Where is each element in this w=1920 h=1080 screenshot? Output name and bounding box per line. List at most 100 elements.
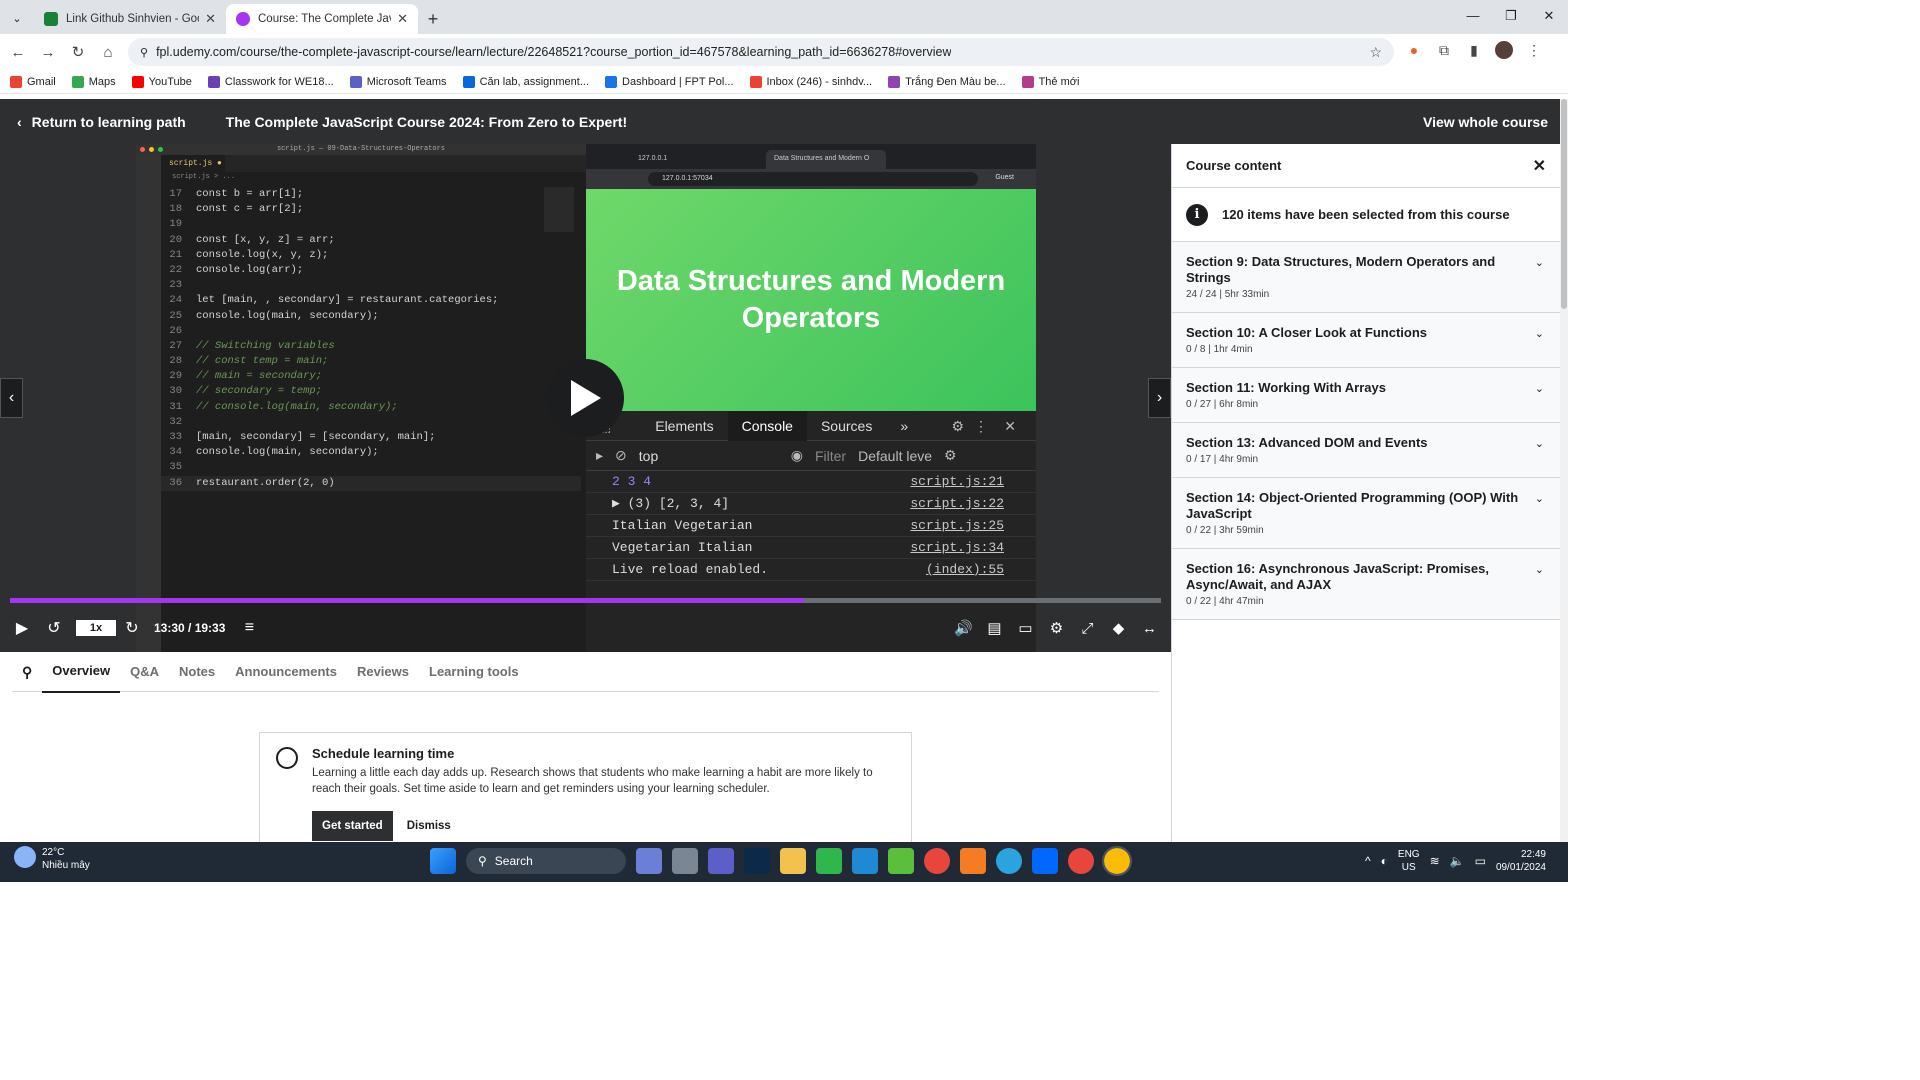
bookmark-item[interactable]: Trắng Đen Màu be...: [888, 75, 1006, 88]
side-panel-icon[interactable]: ▮: [1465, 42, 1483, 59]
fullscreen-icon[interactable]: ⤢: [1072, 620, 1103, 637]
captions-icon[interactable]: ▭: [1010, 619, 1041, 637]
video-player[interactable]: script.js — 09-Data-Structures-Operators…: [0, 144, 1171, 652]
bookmark-item[interactable]: Căn lab, assignment...: [462, 75, 589, 88]
close-tab-icon[interactable]: ✕: [205, 11, 216, 27]
chevron-down-icon: ⌄: [1534, 438, 1544, 450]
add-note-icon[interactable]: ≡: [233, 619, 265, 637]
scrollbar-thumb[interactable]: [1561, 99, 1567, 309]
bookmark-item[interactable]: Thẻ mới: [1021, 75, 1079, 88]
drop-icon[interactable]: ◆: [1103, 619, 1134, 637]
tab-overview[interactable]: Overview: [42, 651, 121, 693]
tray-app-icon[interactable]: ◐: [1381, 854, 1388, 868]
line-code: console.log(arr);: [196, 263, 304, 276]
expand-width-icon[interactable]: ↔: [1134, 620, 1165, 637]
speaker-icon[interactable]: 🔈: [1450, 854, 1465, 868]
bookmark-item[interactable]: Microsoft Teams: [349, 75, 447, 88]
section-title: Section 13: Advanced DOM and Events: [1186, 435, 1428, 450]
tab-qa[interactable]: Q&A: [120, 652, 169, 692]
extension-icon[interactable]: ●: [1405, 42, 1423, 58]
course-section[interactable]: Section 13: Advanced DOM and Events 0 / 1…: [1172, 423, 1560, 478]
console-source-link: script.js:34: [910, 540, 1004, 555]
play-control-icon[interactable]: ▶: [6, 618, 38, 638]
close-window-icon[interactable]: ✕: [1530, 0, 1568, 34]
tab-search-dropdown[interactable]: ⌄: [0, 4, 34, 34]
task-view-icon[interactable]: [672, 848, 698, 874]
course-section[interactable]: Section 14: Object-Oriented Programming …: [1172, 478, 1560, 549]
close-tab-icon[interactable]: ✕: [397, 11, 408, 27]
previous-lecture-arrow[interactable]: ‹: [0, 378, 23, 418]
search-icon[interactable]: ⚲: [12, 652, 42, 692]
tab-notes[interactable]: Notes: [169, 652, 225, 692]
vscode-icon[interactable]: [852, 848, 878, 874]
chrome-active-icon[interactable]: [1102, 846, 1132, 876]
course-section[interactable]: Section 10: A Closer Look at Functions 0 …: [1172, 313, 1560, 368]
course-section[interactable]: Section 16: Asynchronous JavaScript: Pro…: [1172, 549, 1560, 620]
extensions-puzzle-icon[interactable]: ⧉: [1435, 42, 1453, 59]
profile-avatar[interactable]: D: [1495, 41, 1513, 59]
bookmark-item[interactable]: Maps: [71, 75, 116, 88]
chrome-profile-icon[interactable]: [1068, 848, 1094, 874]
volume-icon[interactable]: 🔊: [948, 619, 979, 637]
taskbar-search[interactable]: ⚲ Search: [466, 848, 626, 874]
url-field[interactable]: ⚲ fpl.udemy.com/course/the-complete-java…: [128, 38, 1394, 66]
get-started-button[interactable]: Get started: [312, 811, 393, 841]
rewind-5-icon[interactable]: ↺: [38, 618, 70, 638]
back-icon[interactable]: ←: [3, 44, 33, 61]
zalo-icon[interactable]: [1032, 848, 1058, 874]
browser-tab-udemy[interactable]: Course: The Complete JavaScrip ✕: [226, 4, 418, 34]
wifi-icon[interactable]: ≋: [1430, 854, 1440, 868]
tray-chevron-icon[interactable]: ^: [1365, 854, 1371, 868]
course-section[interactable]: Section 11: Working With Arrays 0 / 27 | …: [1172, 368, 1560, 423]
restore-icon[interactable]: ❐: [1492, 0, 1530, 34]
language-indicator[interactable]: ENG US: [1398, 848, 1420, 874]
course-section[interactable]: Section 9: Data Structures, Modern Opera…: [1172, 242, 1560, 313]
next-lecture-arrow[interactable]: ›: [1148, 378, 1171, 418]
app-green-icon[interactable]: [888, 848, 914, 874]
bookmark-item[interactable]: Inbox (246) - sinhdv...: [749, 75, 872, 88]
view-whole-course-link[interactable]: View whole course: [1423, 114, 1548, 130]
tab-announcements[interactable]: Announcements: [225, 652, 347, 692]
forward-icon[interactable]: →: [33, 44, 63, 61]
close-sidebar-icon[interactable]: ✕: [1533, 156, 1546, 176]
telegram-icon[interactable]: [996, 848, 1022, 874]
bookmark-item[interactable]: Dashboard | FPT Pol...: [605, 75, 734, 88]
bookmark-item[interactable]: Classwork for WE18...: [207, 75, 334, 88]
minimize-icon[interactable]: —: [1454, 0, 1492, 34]
transcript-icon[interactable]: ▤: [979, 619, 1010, 637]
weather-widget[interactable]: 22°C Nhiều mây: [14, 846, 90, 872]
xampp-icon[interactable]: [960, 848, 986, 874]
copilot-icon[interactable]: [636, 848, 662, 874]
file-explorer-icon[interactable]: [780, 848, 806, 874]
dismiss-button[interactable]: Dismiss: [401, 811, 457, 841]
tab-reviews[interactable]: Reviews: [347, 652, 419, 692]
reload-icon[interactable]: ↻: [63, 43, 93, 61]
page-scrollbar[interactable]: [1560, 99, 1568, 842]
return-to-learning-path-link[interactable]: ‹ Return to learning path: [17, 114, 186, 130]
site-info-icon[interactable]: ⚲: [140, 46, 148, 59]
chrome-icon[interactable]: [924, 848, 950, 874]
tab-learning-tools[interactable]: Learning tools: [419, 652, 529, 692]
new-tab-button[interactable]: +: [418, 4, 448, 34]
bookmark-item[interactable]: Gmail: [10, 75, 56, 88]
battery-icon[interactable]: ▭: [1475, 854, 1486, 868]
menu-kebab-icon[interactable]: ⋮: [1525, 42, 1543, 59]
line-code: console.log(x, y, z);: [196, 248, 329, 261]
teams-chat-icon[interactable]: [708, 848, 734, 874]
browser-tab-github[interactable]: Link Github Sinhvien - Google S ✕: [34, 4, 226, 34]
bookmark-item[interactable]: YouTube: [131, 75, 192, 88]
home-icon[interactable]: ⌂: [93, 44, 123, 61]
forward-5-icon[interactable]: ↻: [116, 618, 148, 638]
video-progress-bar[interactable]: [10, 598, 1161, 603]
windows-start-icon[interactable]: [430, 848, 456, 874]
big-play-button[interactable]: [546, 359, 624, 437]
playback-speed-button[interactable]: 1x: [76, 620, 116, 636]
taskbar-clock[interactable]: 22:49 09/01/2024: [1496, 848, 1546, 874]
code-line: 22 console.log(arr);: [161, 263, 581, 278]
line-code: // secondary = temp;: [196, 385, 323, 398]
bookmark-star-icon[interactable]: ☆: [1369, 44, 1382, 61]
photoshop-icon[interactable]: [744, 848, 770, 874]
line-number: 32: [169, 415, 182, 428]
settings-gear-icon[interactable]: ⚙: [1041, 619, 1072, 637]
camtasia-icon[interactable]: [816, 848, 842, 874]
